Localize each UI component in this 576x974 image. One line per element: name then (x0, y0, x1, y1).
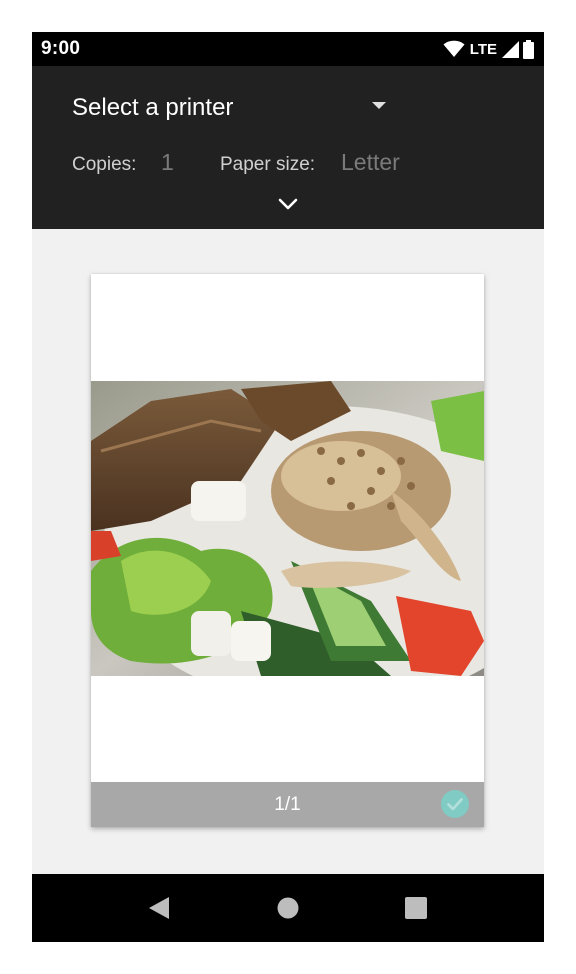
battery-icon (523, 39, 534, 59)
wifi-icon (443, 40, 465, 57)
check-circle-icon[interactable] (441, 790, 469, 818)
expand-options-button[interactable] (272, 192, 304, 218)
salad-photo (91, 381, 484, 676)
chevron-down-icon (278, 198, 298, 210)
page-footer: 1/1 (91, 782, 484, 827)
phone-screen: 9:00 LTE Select a printer Copies: 1 Pape… (32, 32, 544, 942)
paper-size-select[interactable]: Letter (341, 149, 400, 176)
page-preview[interactable]: 1/1 (91, 274, 484, 827)
paper-size-label: Paper size: (220, 154, 316, 175)
navigation-bar (32, 874, 544, 942)
dropdown-arrow-icon (372, 102, 386, 109)
copies-label: Copies: (72, 154, 137, 175)
network-type: LTE (469, 40, 497, 58)
page-indicator: 1/1 (274, 794, 301, 815)
status-icons: LTE (443, 39, 534, 59)
recents-icon[interactable] (403, 895, 429, 921)
print-options-header: Select a printer Copies: 1 Paper size: L… (32, 66, 544, 229)
printer-dropdown[interactable]: Select a printer (72, 90, 388, 126)
printer-select-label: Select a printer (72, 94, 234, 121)
status-bar: 9:00 LTE (32, 32, 544, 66)
status-time: 9:00 (41, 38, 81, 59)
signal-icon (502, 40, 519, 58)
back-icon[interactable] (146, 895, 172, 921)
copies-input[interactable]: 1 (161, 149, 174, 176)
home-icon[interactable] (275, 895, 301, 921)
